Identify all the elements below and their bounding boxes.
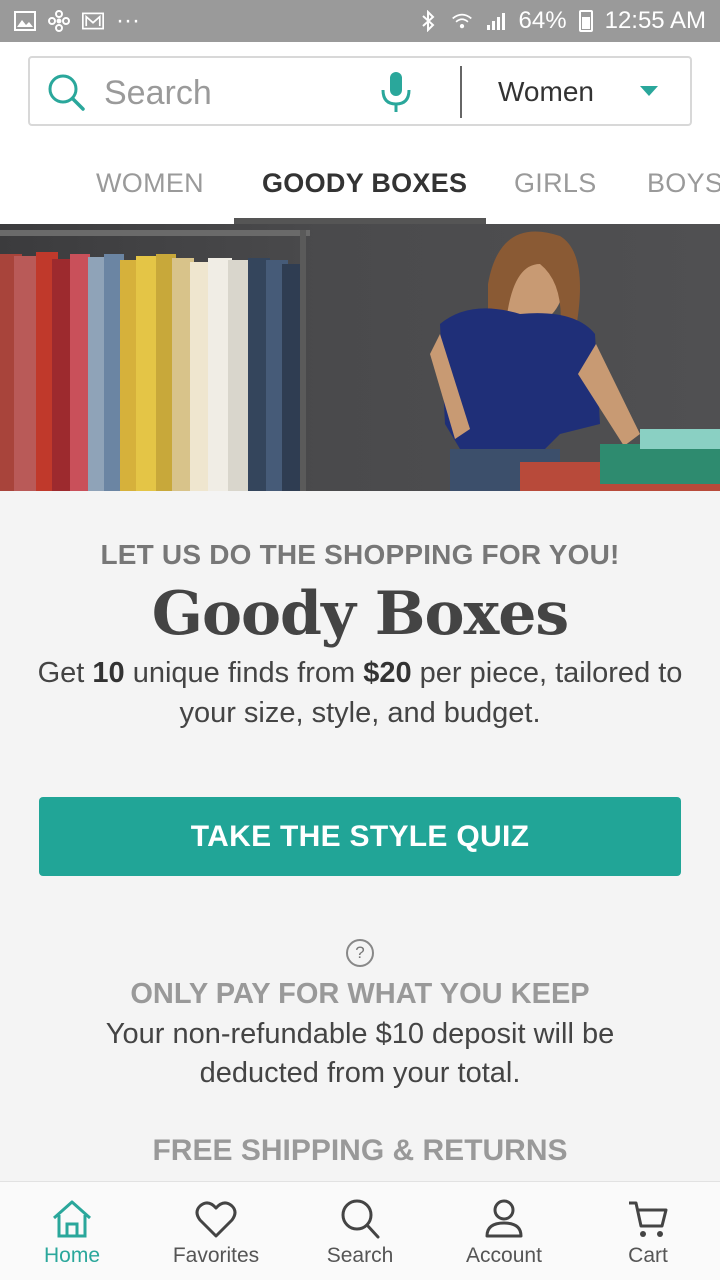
nav-home[interactable]: Home [0,1182,144,1280]
nav-account-label: Account [466,1244,542,1267]
nav-cart[interactable]: Cart [576,1182,720,1280]
fan-icon [48,10,70,32]
tab-boys[interactable]: BOYS [647,168,720,199]
nav-search[interactable]: Search [288,1182,432,1280]
bluetooth-icon [417,10,439,32]
desc-price: $20 [363,657,412,689]
desc-middle: unique finds from [124,657,364,689]
status-system: 64% 12:55 AM [417,7,706,35]
battery-icon [578,10,593,32]
status-bar: ··· 64% 12:55 AM [0,0,720,42]
search-icon[interactable] [46,72,86,112]
nav-account[interactable]: Account [432,1182,576,1280]
heart-icon [194,1198,238,1240]
wifi-icon [451,11,473,31]
pay-title: ONLY PAY FOR WHAT YOU KEEP [130,978,590,1010]
battery-percent: 64% [518,7,567,34]
hero-illustration [0,230,720,491]
goody-boxes-info: LET US DO THE SHOPPING FOR YOU! Goody Bo… [0,491,720,1181]
tab-girls[interactable]: GIRLS [514,168,597,199]
nav-home-label: Home [43,1244,101,1267]
home-icon [50,1198,94,1240]
mail-icon [82,11,104,31]
more-notifications-icon: ··· [116,7,140,34]
clock: 12:55 AM [604,7,706,34]
nav-favorites-label: Favorites [172,1244,260,1267]
gallery-icon [14,11,36,31]
tab-goody-boxes[interactable]: GOODY BOXES [262,168,467,199]
screen: ··· 64% 12:55 AM Search Women WOMEN GOOD… [0,0,720,1280]
nav-cart-label: Cart [628,1244,668,1267]
app-header: Search Women WOMEN GOODY BOXES GIRLS BOY… [0,42,720,224]
search-bar: Search Women [28,56,692,126]
pay-description: Your non-refundable $10 deposit will be … [105,1018,615,1089]
signal-icon [485,11,507,31]
tagline: LET US DO THE SHOPPING FOR YOU! [100,539,620,570]
desc-count: 10 [92,657,125,689]
nav-favorites[interactable]: Favorites [144,1182,288,1280]
shipping-title: FREE SHIPPING & RETURNS [152,1134,568,1167]
category-tabs: WOMEN GOODY BOXES GIRLS BOYS [0,146,720,224]
microphone-icon[interactable] [378,70,414,114]
tab-women[interactable]: WOMEN [96,168,204,199]
bottom-navigation: Home Favorites Search Account Cart [0,1181,720,1280]
take-style-quiz-button[interactable]: TAKE THE STYLE QUIZ [39,797,681,876]
description: Get 10 unique finds from $20 per piece, … [20,653,700,733]
search-icon [338,1198,382,1240]
cart-icon [626,1198,670,1240]
help-icon[interactable]: ? [346,939,374,967]
account-icon [482,1198,526,1240]
gender-dropdown[interactable]: Women [462,58,692,124]
desc-prefix: Get [37,657,93,689]
status-notifications: ··· [14,7,140,35]
nav-search-label: Search [326,1244,394,1267]
chevron-down-icon [640,86,658,96]
hero-image [0,224,720,491]
gender-dropdown-value: Women [498,76,594,107]
page-title: Goody Boxes [151,579,569,649]
search-input[interactable]: Search [104,74,212,113]
